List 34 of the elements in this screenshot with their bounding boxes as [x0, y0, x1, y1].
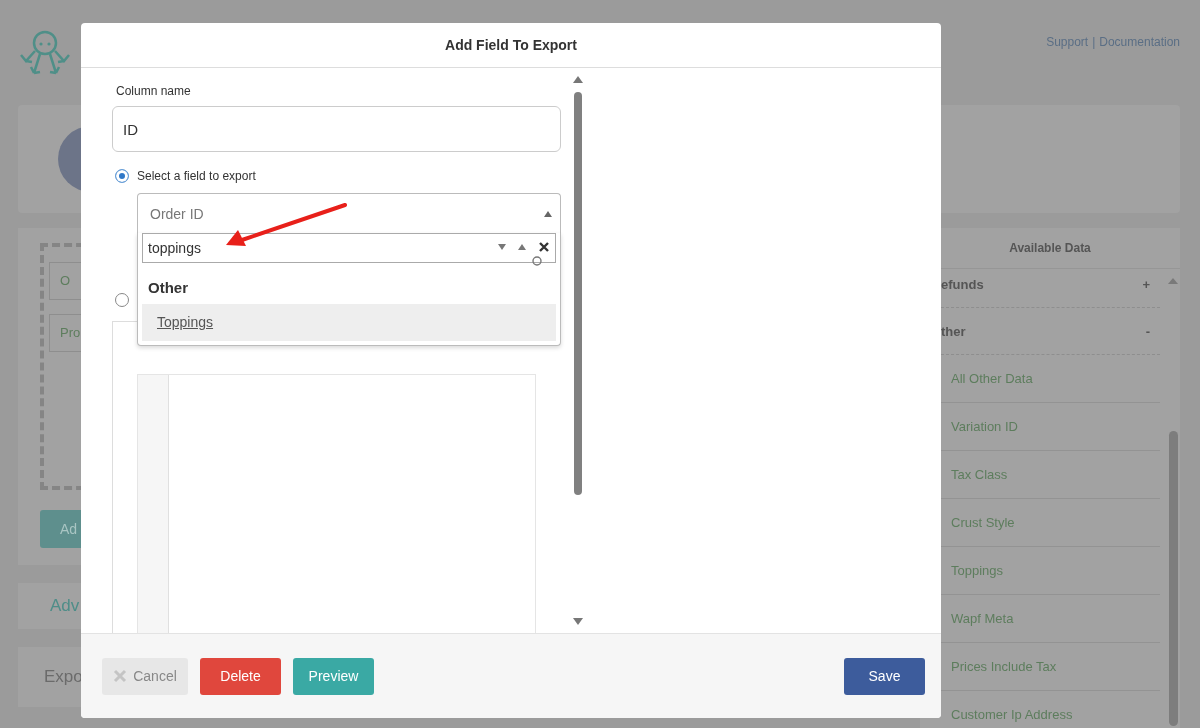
radio-button[interactable] — [115, 293, 129, 307]
code-editor[interactable] — [137, 374, 536, 633]
preview-button[interactable]: Preview — [293, 657, 374, 695]
logo-icon — [18, 29, 72, 77]
search-field[interactable]: toppings — [142, 233, 556, 263]
field-label: Column name — [115, 84, 192, 100]
cancel-button[interactable]: Cancel — [102, 657, 188, 695]
close-icon — [113, 669, 128, 683]
column-name-field[interactable]: ID — [112, 106, 561, 152]
scroll-up-icon — [1167, 277, 1179, 285]
up-arrow-icon — [518, 244, 526, 250]
down-arrow-icon — [498, 244, 506, 250]
group-label: efunds — [941, 276, 984, 292]
group-label: ther — [941, 323, 966, 339]
header-link[interactable]: Support — [1046, 35, 1089, 49]
scrollbar-thumb[interactable] — [1169, 431, 1178, 726]
scrollbar-thumb[interactable] — [574, 92, 582, 495]
search-icon — [532, 256, 542, 266]
caret-icon — [544, 210, 552, 217]
toggle-sign: - — [1145, 323, 1150, 339]
section-title[interactable]: Adv — [50, 596, 80, 616]
group-label: Other — [147, 278, 189, 298]
toggle-sign: + — [1142, 276, 1150, 292]
radio-label: Select a field to export — [137, 169, 256, 183]
scroll-up-icon — [573, 76, 583, 83]
separator: | — [1092, 35, 1096, 49]
radio-button[interactable] — [115, 169, 129, 183]
save-button[interactable]: Save — [844, 657, 925, 695]
dropdown-option[interactable]: Toppings — [142, 304, 556, 341]
header-link[interactable]: Documentation — [1099, 35, 1180, 49]
delete-button[interactable]: Delete — [200, 657, 281, 695]
close-icon — [538, 241, 550, 253]
dialog-title: Add Field To Export — [81, 23, 941, 68]
scroll-down-icon — [573, 618, 583, 625]
